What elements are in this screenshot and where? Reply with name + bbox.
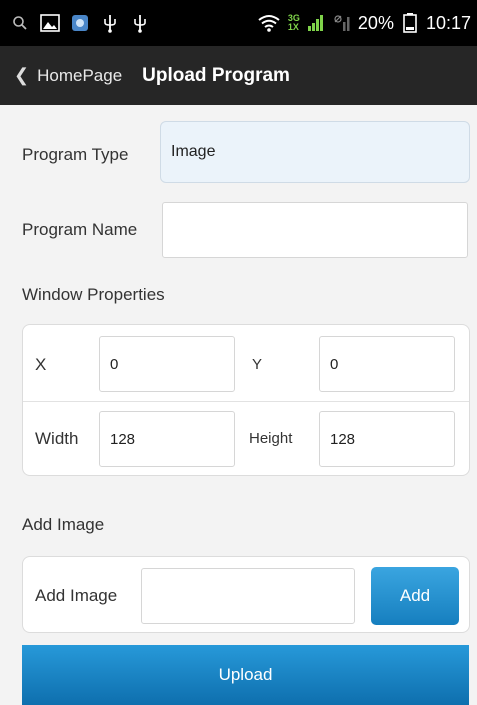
add-image-panel: Add Image Add bbox=[22, 556, 470, 633]
upload-form: Program Type Image Program Name Window P… bbox=[0, 105, 477, 705]
add-image-section-label: Add Image bbox=[22, 515, 105, 534]
add-button-label: Add bbox=[399, 586, 431, 605]
usb-icon bbox=[130, 13, 150, 33]
battery-percent: 20% bbox=[357, 12, 394, 33]
y-label: Y bbox=[252, 356, 263, 373]
add-image-label: Add Image bbox=[35, 586, 118, 605]
chevron-left-icon: ❮ bbox=[14, 65, 30, 85]
x-value: 0 bbox=[110, 355, 119, 373]
usb-icon bbox=[100, 13, 120, 33]
app-icon bbox=[70, 13, 90, 33]
battery-icon bbox=[400, 13, 420, 33]
wifi-icon bbox=[256, 13, 282, 33]
no-signal-icon bbox=[332, 13, 352, 33]
back-button[interactable]: ❮ HomePage bbox=[0, 46, 122, 105]
height-label: Height bbox=[249, 430, 293, 447]
status-bar-left bbox=[0, 13, 150, 33]
width-label: Width bbox=[35, 429, 79, 448]
x-input[interactable]: 0 bbox=[99, 336, 235, 392]
upload-button[interactable]: Upload bbox=[22, 645, 469, 705]
window-properties-label: Window Properties bbox=[22, 285, 165, 304]
program-type-label: Program Type bbox=[22, 145, 129, 164]
x-label: X bbox=[35, 355, 47, 374]
program-type-select[interactable]: Image bbox=[160, 121, 470, 183]
panel-divider bbox=[23, 401, 469, 402]
clock: 10:17 bbox=[425, 12, 471, 33]
search-icon bbox=[10, 13, 30, 33]
window-properties-panel: X 0 Y 0 Width 128 Height 128 bbox=[22, 324, 470, 476]
width-value: 128 bbox=[110, 430, 136, 448]
height-value: 128 bbox=[330, 430, 356, 448]
upload-button-label: Upload bbox=[218, 665, 273, 684]
network-1x: 1X bbox=[287, 22, 299, 32]
height-input[interactable]: 128 bbox=[319, 411, 455, 467]
add-image-input[interactable] bbox=[141, 568, 355, 624]
y-input[interactable]: 0 bbox=[319, 336, 455, 392]
program-name-input[interactable] bbox=[162, 202, 468, 258]
back-label: HomePage bbox=[37, 65, 123, 85]
network-type: 3G 1X bbox=[288, 14, 300, 32]
y-value: 0 bbox=[330, 355, 339, 373]
status-bar-right: 3G 1X 20% 10:17 bbox=[256, 13, 477, 34]
add-button[interactable]: Add bbox=[371, 567, 459, 625]
title-bar: ❮ HomePage Upload Program bbox=[0, 46, 477, 106]
image-icon bbox=[40, 13, 60, 33]
page-title: Upload Program bbox=[142, 64, 290, 86]
program-type-value: Image bbox=[171, 143, 216, 160]
program-name-label: Program Name bbox=[22, 220, 138, 239]
status-bar: 3G 1X 20% 10:17 bbox=[0, 0, 477, 46]
width-input[interactable]: 128 bbox=[99, 411, 235, 467]
signal-icon bbox=[306, 13, 326, 33]
